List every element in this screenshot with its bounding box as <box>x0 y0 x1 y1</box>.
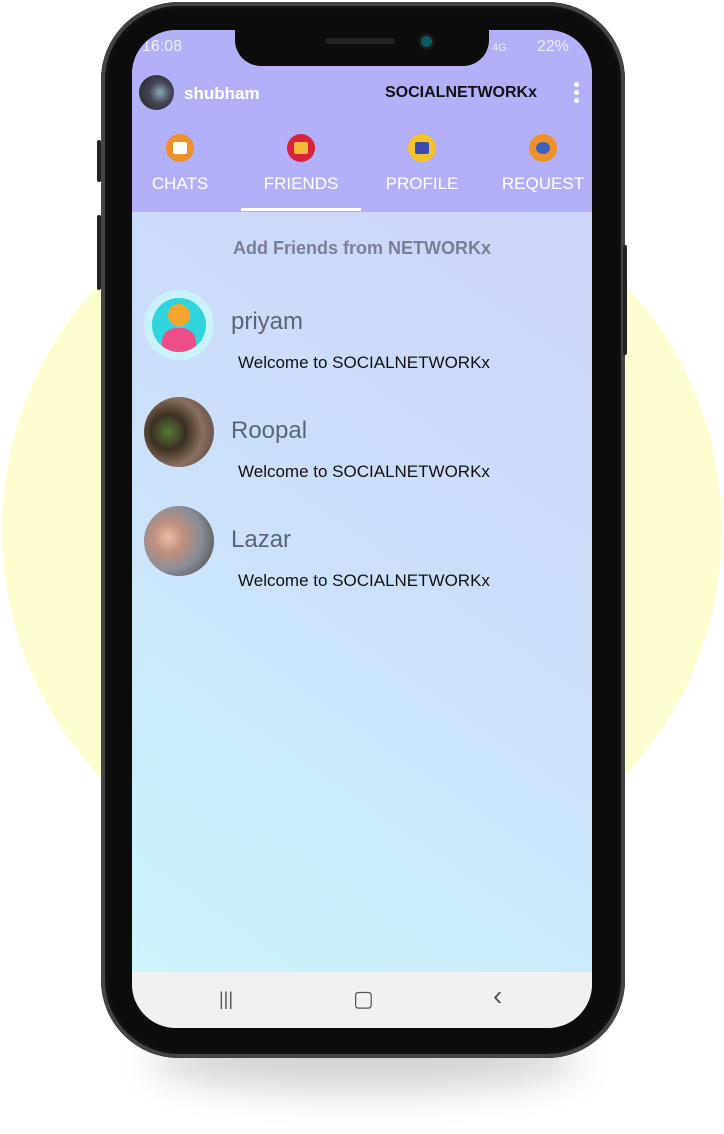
tab-label: PROFILE <box>385 174 459 193</box>
tab-request[interactable]: REQUEST <box>483 134 592 194</box>
tab-label: CHATS <box>151 174 209 193</box>
friend-message: Welcome to SOCIALNETWORKx <box>238 353 490 372</box>
friend-message: Welcome to SOCIALNETWORKx <box>238 462 490 481</box>
system-nav-bar: ||| ▢ ‹ <box>132 972 592 1028</box>
profile-card-icon <box>408 134 436 162</box>
home-button[interactable]: ▢ <box>353 986 374 1012</box>
active-tab-indicator <box>241 208 361 211</box>
friend-message: Welcome to SOCIALNETWORKx <box>238 571 490 590</box>
tab-label: FRIENDS <box>263 174 339 193</box>
back-button[interactable]: ‹ <box>493 980 502 1012</box>
volume-button <box>97 215 101 290</box>
battery-level: 22% <box>537 38 570 55</box>
power-button <box>623 245 627 355</box>
camera <box>421 36 432 47</box>
app-title: SOCIALNETWORKx <box>385 84 537 101</box>
tab-label: REQUEST <box>501 174 585 193</box>
network-indicator: 4G <box>492 42 507 54</box>
more-menu-icon[interactable] <box>574 82 580 106</box>
username: shubham <box>184 84 260 103</box>
user-avatar[interactable] <box>139 75 174 110</box>
contacts-book-icon <box>287 134 315 162</box>
tab-profile[interactable]: PROFILE <box>362 134 482 194</box>
friend-avatar <box>144 290 214 360</box>
tab-chats[interactable]: CHATS <box>132 134 240 194</box>
tab-friends[interactable]: FRIENDS <box>241 134 361 194</box>
screen: 16:08 4G 22% shubham SOCIALNETWORKx CHAT… <box>132 30 592 1028</box>
friend-name: priyam <box>231 308 304 335</box>
friend-name: Roopal <box>231 417 308 444</box>
section-header: Add Friends from NETWORKx <box>232 238 491 258</box>
friend-request-icon <box>529 134 557 162</box>
friend-avatar <box>144 397 214 467</box>
volume-button <box>97 140 101 182</box>
friend-avatar <box>144 506 214 576</box>
chat-icon <box>166 134 194 162</box>
notch <box>235 30 489 66</box>
status-time: 16:08 <box>142 38 183 55</box>
recent-apps-button[interactable]: ||| <box>219 989 233 1010</box>
friend-name: Lazar <box>231 526 292 553</box>
